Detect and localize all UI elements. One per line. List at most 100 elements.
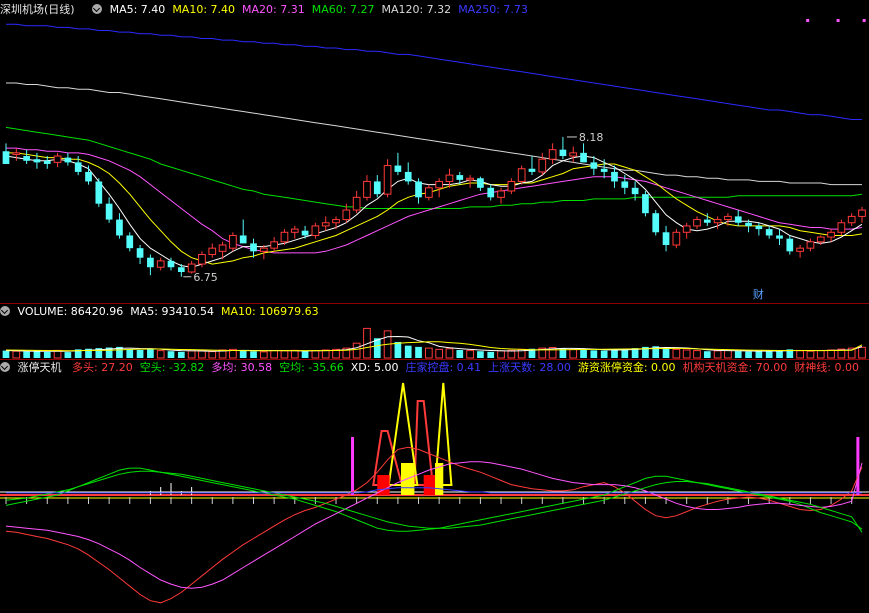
candle-body <box>53 155 62 163</box>
volume-bar <box>827 349 835 359</box>
volume-bar <box>580 349 587 358</box>
candle-body <box>497 190 505 198</box>
legend-item: MA60: 7.27 <box>311 3 375 16</box>
candle-body <box>682 225 691 233</box>
chevron-down-icon[interactable] <box>0 362 10 372</box>
candle-body <box>580 152 587 163</box>
candle-body <box>105 203 113 220</box>
volume-bar <box>693 350 701 359</box>
volume-bar <box>456 349 464 358</box>
candle-body <box>517 168 526 182</box>
candle-body <box>435 180 444 189</box>
volume-bar <box>404 345 412 358</box>
volume-bar <box>270 350 278 359</box>
candle-body <box>806 241 815 249</box>
candle-body <box>116 219 123 236</box>
candle-body <box>662 232 670 245</box>
chevron-down-icon[interactable] <box>92 4 103 14</box>
candle-body <box>259 247 268 252</box>
candle-body <box>776 235 783 239</box>
volume-bar <box>352 342 361 359</box>
candle-body <box>208 247 217 256</box>
candle-body <box>672 231 681 246</box>
candle-body <box>713 219 722 224</box>
volume-bar <box>321 349 330 359</box>
volume-bar <box>569 348 578 359</box>
candle-body <box>424 187 433 198</box>
legend-item: MA10: 7.40 <box>172 3 236 16</box>
legend-item: XD: 5.00 <box>350 361 399 374</box>
volume-legend: VOLUME: 86420.96 MA5: 93410.54 MA10: 10697… <box>0 304 869 319</box>
ma60-line <box>5 126 863 209</box>
volume-bar <box>611 349 618 358</box>
volume-bar <box>662 347 670 358</box>
volume-bar <box>147 349 154 358</box>
volume-bar <box>600 350 608 358</box>
volume-bar <box>497 350 505 359</box>
candle-body <box>2 151 10 164</box>
legend-item: 空均: -35.66 <box>279 361 344 374</box>
indicator-chart <box>0 382 869 604</box>
volume-chart <box>2 327 866 359</box>
candle-body <box>786 238 794 252</box>
candle-body <box>373 181 381 195</box>
candle-body <box>394 165 402 172</box>
signal-dot <box>806 19 810 22</box>
volume-bar <box>2 350 10 358</box>
legend-item: 财神线: 0.00 <box>794 361 859 374</box>
volume-bar <box>682 349 691 359</box>
candle-body <box>23 156 30 161</box>
volume-bar <box>259 351 268 359</box>
candle-body <box>548 149 557 160</box>
candle-body <box>74 162 82 172</box>
candle-body <box>456 175 464 180</box>
volume-ma10-line <box>5 341 863 352</box>
volume-bar <box>239 350 247 358</box>
candle-body <box>43 160 51 164</box>
indicator-legend: 涨停天机 多头: 27.20 空头: -32.82 多均: 30.58 空均: -35… <box>0 360 869 375</box>
candle-body <box>528 168 536 172</box>
candle-body <box>33 159 41 163</box>
volume-bar <box>156 350 165 359</box>
volume-bar <box>487 351 495 358</box>
price-legend: 深圳机场(日线) MA5: 7.40 MA10: 7.40 MA20: 7.31 MA… <box>0 2 869 17</box>
candle-body <box>590 162 598 169</box>
candle-body <box>64 157 72 163</box>
legend-item: 多均: 30.58 <box>211 361 273 374</box>
volume-bar <box>280 350 289 359</box>
candle-body <box>280 231 289 243</box>
indicator-legend-items: 多头: 27.20 空头: -32.82 多均: 30.58 空均: -35.66 XD… <box>72 361 866 374</box>
candle-body <box>321 222 330 227</box>
candle-body <box>332 219 340 224</box>
legend-item: MA20: 7.31 <box>242 3 305 16</box>
candle-body <box>466 177 474 181</box>
legend-item: 游资涨停资金: 0.00 <box>577 361 676 374</box>
legend-item: MA5: 7.40 <box>109 3 166 16</box>
volume-bar <box>745 351 752 358</box>
candle-body <box>765 229 773 236</box>
volume-bar <box>250 351 257 358</box>
candle-body <box>611 171 618 182</box>
candle-body <box>816 236 825 243</box>
candle-body <box>755 225 763 230</box>
candle-body <box>642 194 649 214</box>
legend-item: MA5: 93410.54 <box>130 305 214 318</box>
candle-body <box>12 152 21 155</box>
candle-body <box>538 158 547 173</box>
volume-bar <box>734 351 742 358</box>
volume-bar <box>858 346 866 359</box>
high-label: 8.18 <box>579 131 604 144</box>
volume-bar <box>796 350 804 359</box>
volume-bar <box>177 351 185 358</box>
candle-body <box>734 216 742 223</box>
volume-bar <box>23 351 30 358</box>
chevron-down-icon[interactable] <box>0 306 10 316</box>
volume-bar <box>806 350 815 359</box>
volume-bar <box>301 351 309 358</box>
price-legend-items: MA5: 7.40 MA10: 7.40 MA20: 7.31 MA60: 7.27 M… <box>110 3 535 16</box>
candle-body <box>745 222 752 226</box>
ma120-line <box>6 82 862 186</box>
volume-bar <box>126 349 134 358</box>
candle-body <box>858 209 866 217</box>
volume-bar <box>477 351 484 358</box>
